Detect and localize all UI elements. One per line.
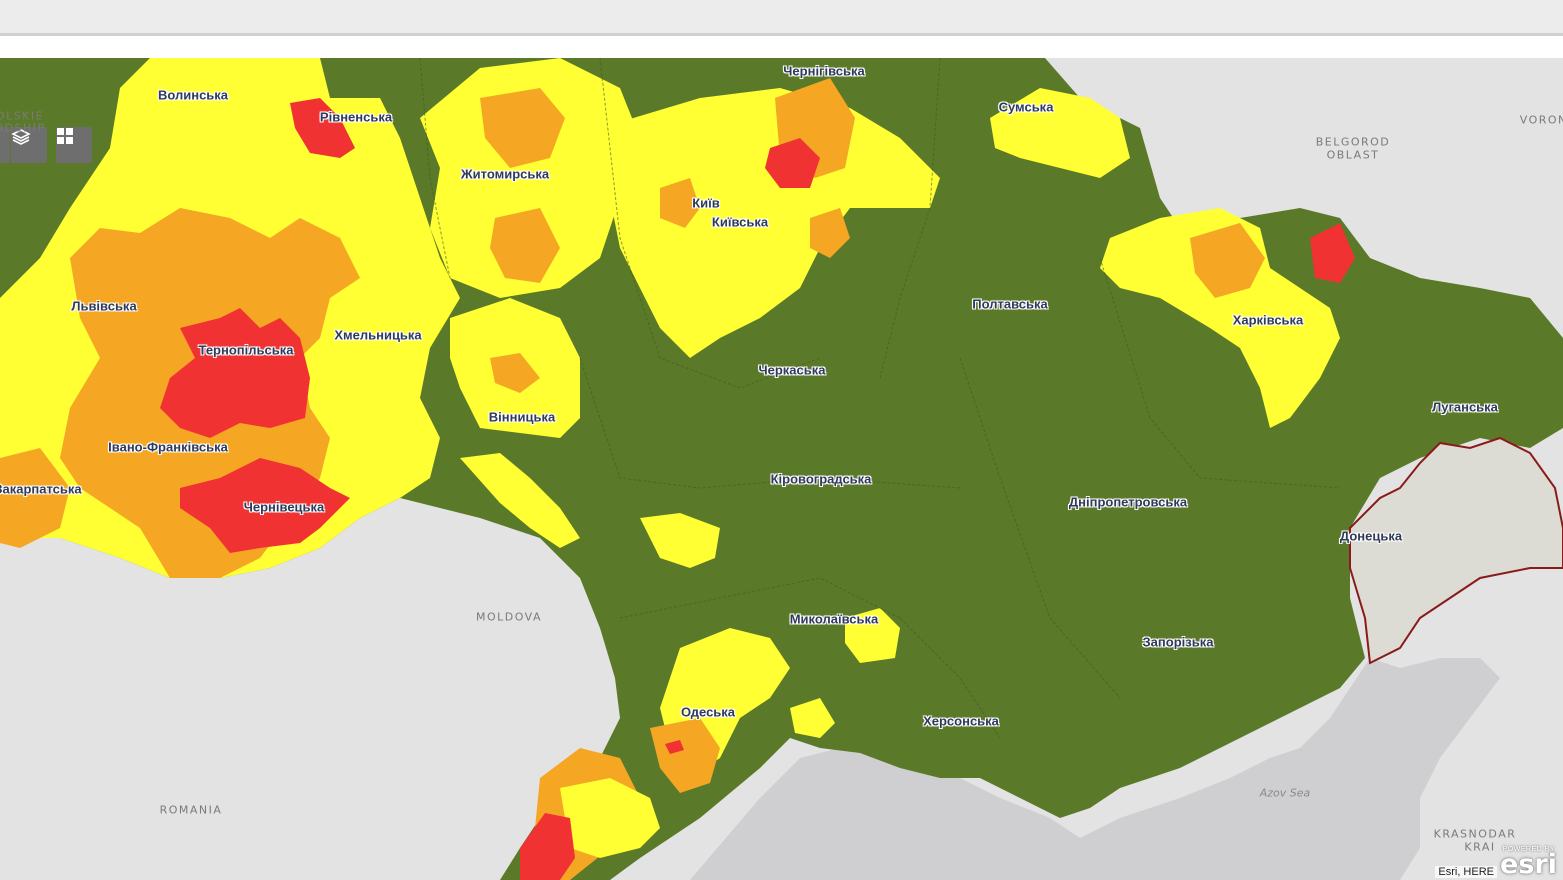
region-label-chernihivska: Чернігівська (783, 63, 865, 79)
romania-label: ROMANIA (159, 803, 223, 817)
esri-logo[interactable]: POWERED BY esri (1499, 846, 1561, 880)
region-label-zhytomyrska: Житомирська (460, 166, 550, 182)
belgorod-label-2: OBLAST (1326, 148, 1380, 162)
region-label-sumska: Сумська (998, 99, 1054, 115)
ternopil-red-zone (160, 308, 310, 438)
region-label-kharkivska: Харківська (1232, 312, 1304, 328)
region-label-rivnenska: Рівненська (319, 109, 393, 125)
poland-label-2: ODSHIP (0, 121, 46, 135)
region-label-chernivetska: Чернівецька (243, 499, 325, 515)
krasnodar-label-1: KRASNODAR (1433, 827, 1517, 841)
esri-wordmark: esri (1500, 849, 1557, 880)
grid-icon (57, 128, 73, 144)
bessarabia-red (520, 813, 575, 880)
region-label-vinnytska: Вінницька (488, 409, 556, 425)
region-label-zakarpatska: Закарпатська (0, 481, 82, 497)
region-label-ivano-frankivska: Івано-Франківська (108, 439, 228, 455)
region-label-khmelnytska: Хмельницька (334, 327, 422, 343)
krasnodar-label-2: KRAI (1464, 840, 1496, 854)
region-label-luhanska: Луганська (1432, 399, 1498, 415)
map-attribution[interactable]: Esri, HERE (1435, 866, 1497, 878)
region-label-donetska: Донецька (1339, 528, 1403, 544)
region-label-kirovohradska: Кіровоградська (770, 471, 872, 487)
region-label-khersonska: Херсонська (923, 713, 999, 729)
panel-header (0, 36, 1563, 86)
region-label-cherkaska: Черкаська (758, 362, 826, 378)
region-label-kyiv: Київ (692, 195, 720, 211)
map-view[interactable]: OLSKIE ODSHIP BELGOROD OBLAST VORONE MOL… (0, 58, 1563, 880)
moldova-label: MOLDOVA (475, 610, 543, 624)
region-label-zaporizka: Запорізька (1142, 634, 1214, 650)
region-label-kyivska: Київська (711, 214, 769, 230)
region-label-odeska: Одеська (680, 704, 736, 720)
region-label-dnipropetrovska: Дніпропетровська (1068, 494, 1188, 510)
region-label-mykolaivska: Миколаївська (789, 611, 879, 627)
region-label-poltavska: Полтавська (972, 296, 1048, 312)
top-toolbar (0, 0, 1563, 35)
basemap-gallery-button[interactable] (56, 127, 92, 163)
voronezh-label: VORONE (1519, 113, 1563, 127)
region-label-volynska: Волинська (157, 87, 229, 103)
azov-sea-label: Azov Sea (1259, 786, 1311, 800)
map-canvas[interactable] (0, 58, 1563, 880)
region-label-lvivska: Львівська (71, 298, 137, 314)
belgorod-label-1: BELGOROD (1315, 135, 1391, 149)
region-label-ternopilska: Тернопільська (198, 342, 294, 358)
